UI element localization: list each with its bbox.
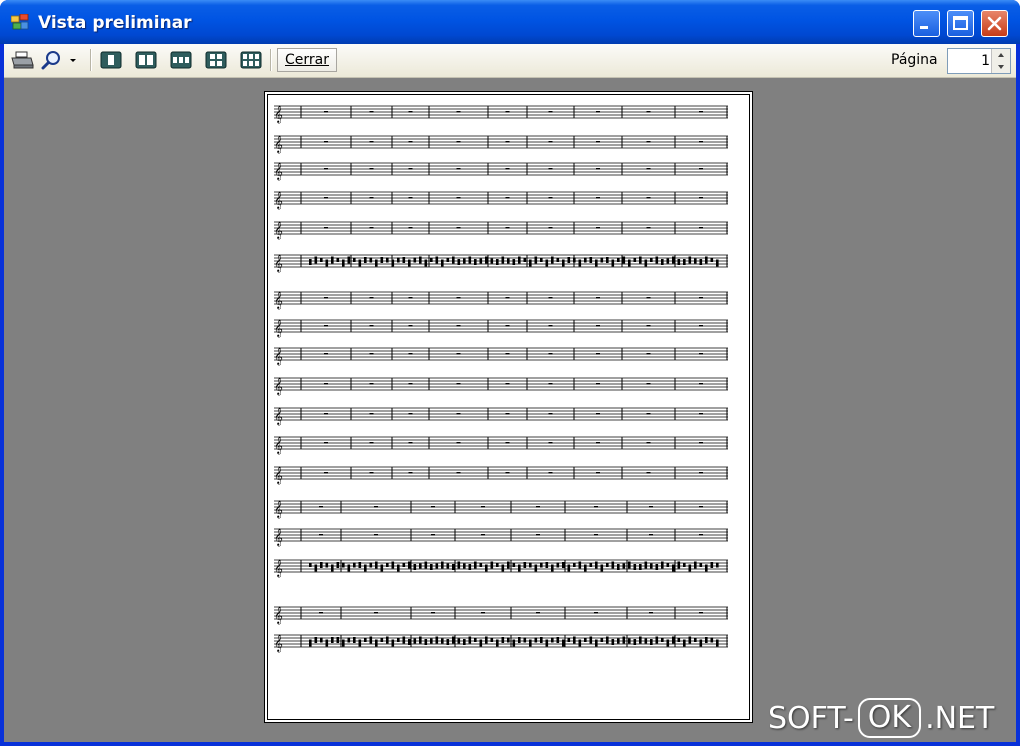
staff: 𝄞	[274, 606, 728, 624]
six-pages-icon	[240, 51, 262, 69]
print-button[interactable]	[9, 49, 35, 71]
spin-up-icon[interactable]	[992, 49, 1010, 61]
staff: 𝄞	[274, 291, 728, 309]
staff: 𝄞	[274, 407, 728, 425]
toolbar-separator	[90, 49, 92, 71]
staff: 𝄞	[274, 466, 728, 484]
spin-down-icon[interactable]	[992, 61, 1010, 73]
printer-icon	[11, 51, 34, 69]
page-label: Página	[891, 52, 938, 68]
treble-clef-icon: 𝄞	[274, 191, 283, 209]
window-frame-bottom	[0, 742, 1020, 746]
staff: 𝄞	[274, 436, 728, 454]
preview-window: Vista preliminar Cerrar Página 1 𝄞 𝄞 𝄞 𝄞…	[0, 0, 1020, 746]
treble-clef-icon: 𝄞	[274, 105, 283, 123]
one-page-icon	[100, 51, 122, 69]
one-page-button[interactable]	[98, 49, 124, 71]
minimize-button[interactable]	[913, 10, 940, 37]
zoom-button[interactable]	[40, 49, 64, 71]
treble-clef-icon: 𝄞	[274, 407, 283, 425]
staff: 𝄞	[274, 319, 728, 337]
page-number-value[interactable]: 1	[981, 53, 990, 69]
close-window-button[interactable]	[981, 10, 1008, 37]
staff: 𝄞	[274, 135, 728, 153]
six-pages-button[interactable]	[238, 49, 264, 71]
staff: 𝄞	[274, 377, 728, 395]
page-number-spinner[interactable]: 1	[947, 48, 1011, 74]
staff: 𝄞	[274, 191, 728, 209]
app-icon	[11, 14, 29, 30]
magnifier-icon	[41, 51, 60, 70]
window-frame-right	[1016, 44, 1020, 746]
staff: 𝄞	[274, 162, 728, 180]
treble-clef-icon: 𝄞	[274, 377, 283, 395]
treble-clef-icon: 𝄞	[274, 162, 283, 180]
treble-clef-icon: 𝄞	[274, 466, 283, 484]
three-pages-icon	[170, 51, 192, 69]
sheet-music: 𝄞 𝄞 𝄞 𝄞 𝄞 𝄞 𝄞 𝄞 𝄞 𝄞 𝄞 𝄞 𝄞 𝄞 𝄞 𝄞 𝄞 𝄞	[274, 105, 728, 652]
treble-clef-icon: 𝄞	[274, 559, 283, 577]
treble-clef-icon: 𝄞	[274, 221, 283, 239]
treble-clef-icon: 𝄞	[274, 347, 283, 365]
watermark-right: .NET	[925, 700, 995, 736]
watermark-middle: OK	[857, 698, 922, 738]
staff: 𝄞	[274, 500, 728, 518]
close-preview-button[interactable]: Cerrar	[277, 48, 337, 72]
close-preview-label: Cerrar	[285, 52, 329, 68]
treble-clef-icon: 𝄞	[274, 500, 283, 518]
maximize-button[interactable]	[947, 10, 974, 37]
watermark-left: SOFT-	[768, 700, 854, 736]
staff: 𝄞	[274, 634, 728, 652]
page-spinner-buttons[interactable]	[991, 49, 1010, 73]
three-pages-button[interactable]	[168, 49, 194, 71]
treble-clef-icon: 𝄞	[274, 254, 283, 272]
preview-page: 𝄞 𝄞 𝄞 𝄞 𝄞 𝄞 𝄞 𝄞 𝄞 𝄞 𝄞 𝄞 𝄞 𝄞 𝄞 𝄞 𝄞 𝄞	[264, 91, 753, 723]
treble-clef-icon: 𝄞	[274, 606, 283, 624]
staff: 𝄞	[274, 347, 728, 365]
chevron-down-icon	[70, 59, 76, 62]
minimize-icon	[920, 26, 928, 29]
staff: 𝄞	[274, 221, 728, 239]
zoom-dropdown[interactable]	[66, 49, 80, 71]
treble-clef-icon: 𝄞	[274, 436, 283, 454]
treble-clef-icon: 𝄞	[274, 528, 283, 546]
staff: 𝄞	[274, 105, 728, 123]
toolbar: Cerrar Página 1	[4, 44, 1016, 78]
treble-clef-icon: 𝄞	[274, 319, 283, 337]
toolbar-separator	[270, 49, 272, 71]
watermark: SOFT- OK .NET	[768, 698, 994, 738]
treble-clef-icon: 𝄞	[274, 291, 283, 309]
treble-clef-icon: 𝄞	[274, 135, 283, 153]
close-icon	[987, 16, 1002, 31]
title-bar[interactable]: Vista preliminar	[0, 0, 1020, 44]
staff: 𝄞	[274, 254, 728, 272]
two-pages-button[interactable]	[133, 49, 159, 71]
two-pages-icon	[135, 51, 157, 69]
treble-clef-icon: 𝄞	[274, 634, 283, 652]
maximize-icon	[953, 16, 968, 30]
window-title: Vista preliminar	[38, 13, 192, 33]
four-pages-button[interactable]	[203, 49, 229, 71]
staff: 𝄞	[274, 559, 728, 577]
four-pages-icon	[205, 51, 227, 69]
staff: 𝄞	[274, 528, 728, 546]
